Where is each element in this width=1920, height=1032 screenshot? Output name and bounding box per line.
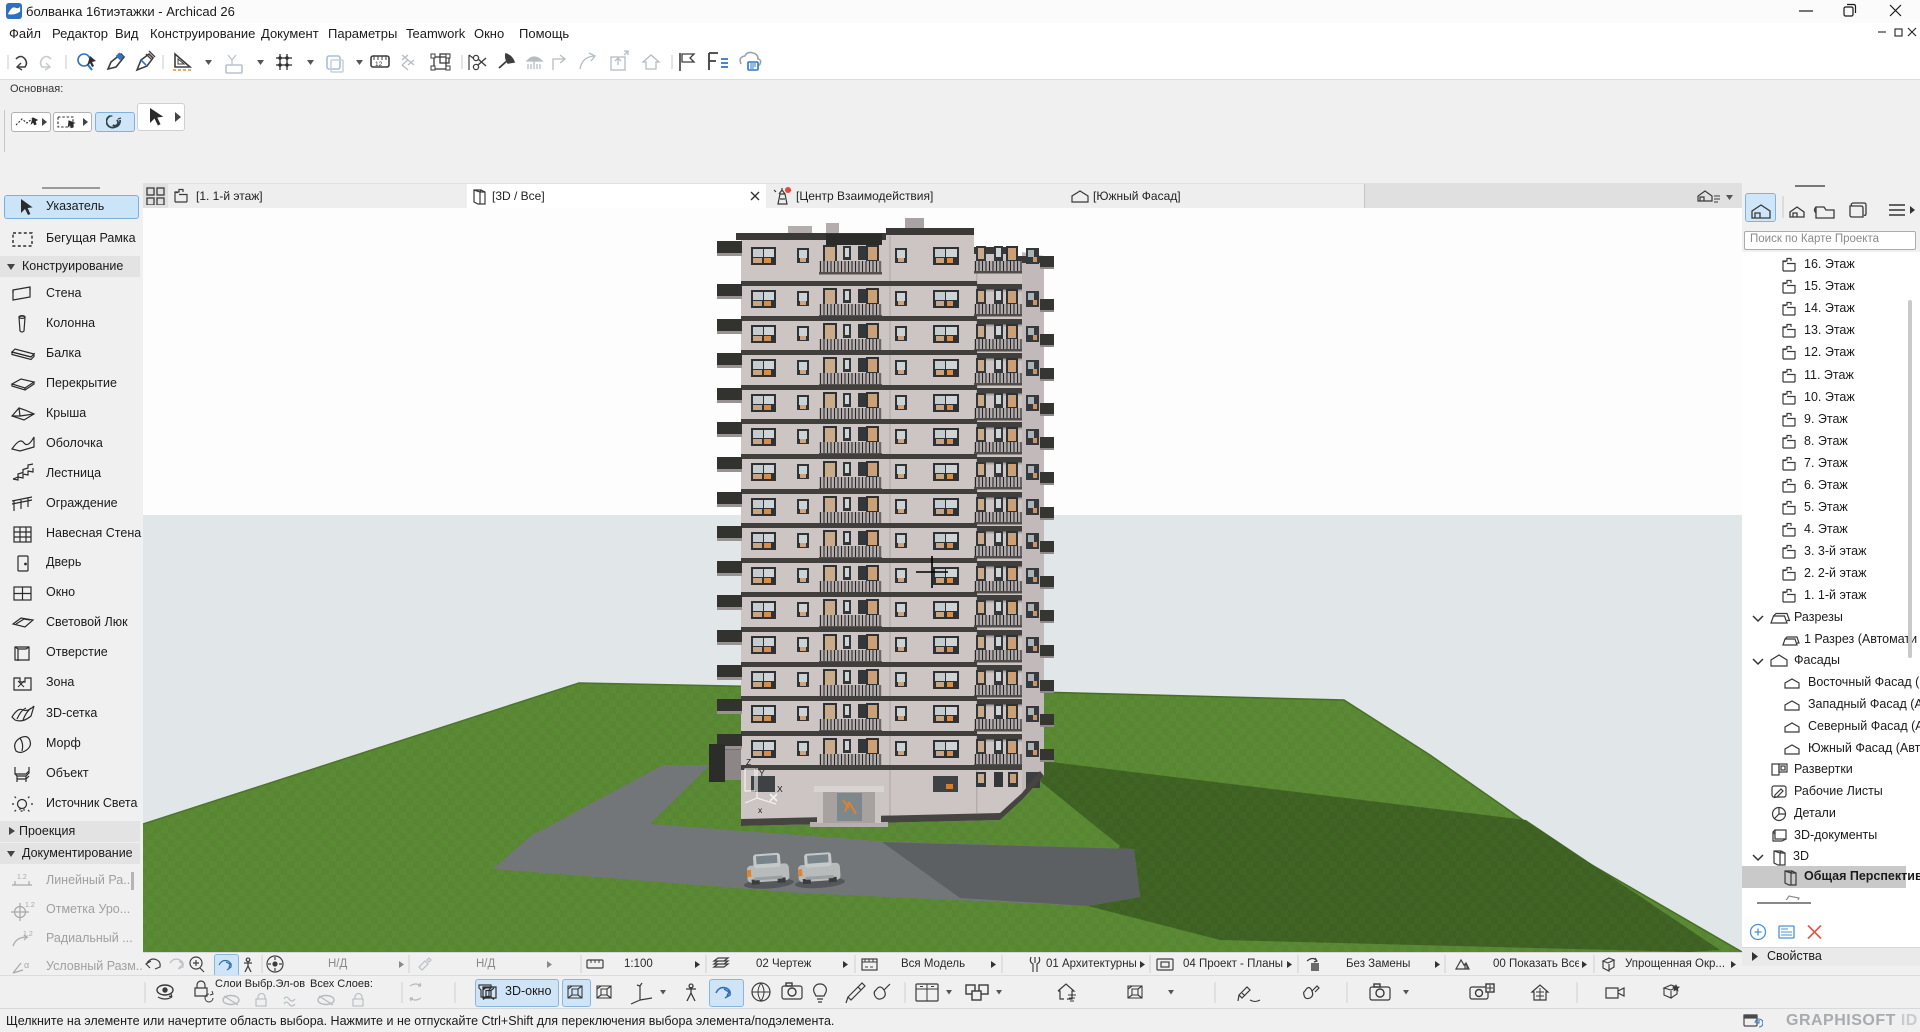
- svg-text:12: 12: [375, 61, 383, 68]
- svg-text:X: X: [777, 784, 783, 794]
- svg-text:1.2: 1.2: [23, 931, 33, 938]
- svg-text:1.2: 1.2: [25, 902, 35, 909]
- svg-text:Y: Y: [759, 768, 765, 778]
- svg-text:1.2: 1.2: [17, 874, 27, 881]
- svg-text:α: α: [24, 960, 29, 970]
- svg-text:Z: Z: [746, 757, 751, 767]
